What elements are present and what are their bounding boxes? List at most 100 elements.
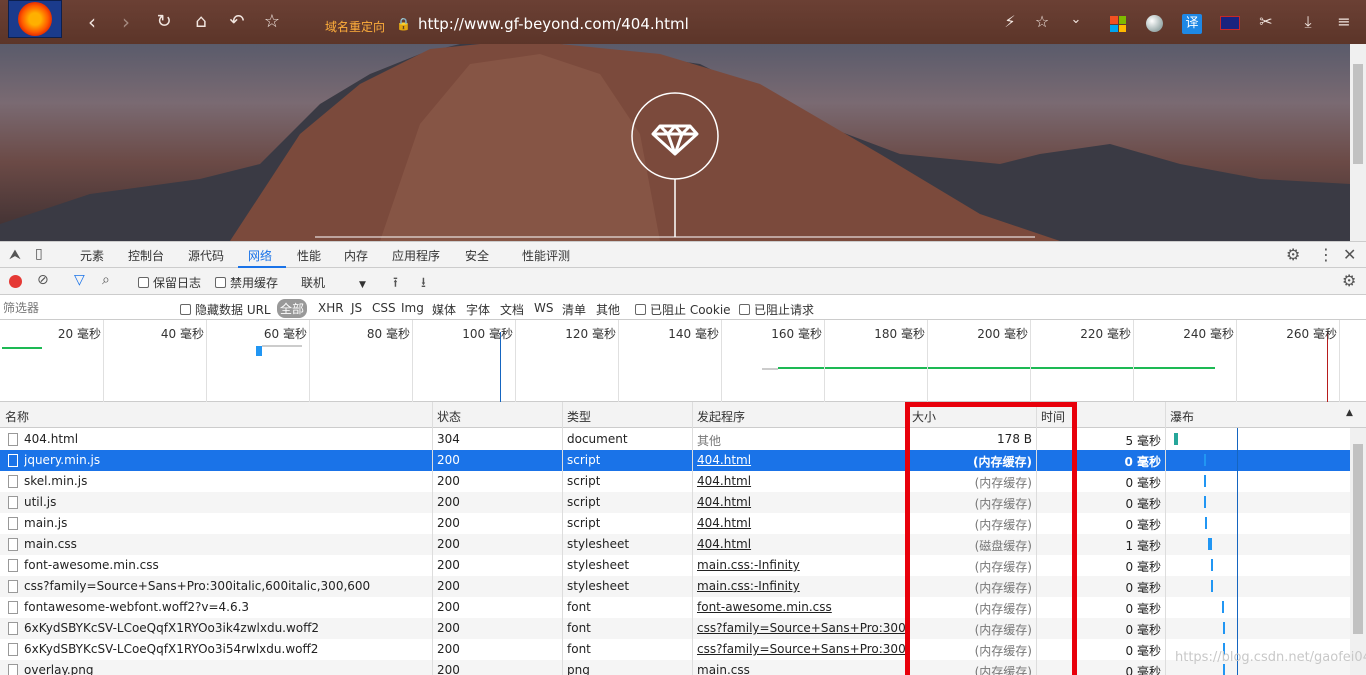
- tab-audits[interactable]: 性能评测: [522, 247, 570, 264]
- request-initiator[interactable]: font-awesome.min.css: [697, 600, 905, 614]
- table-row[interactable]: 6xKydSBYKcSV-LCoeQqfX1RYOo3ik4zwlxdu.wof…: [0, 618, 1350, 639]
- site-info-icon[interactable]: 🔒: [396, 17, 411, 31]
- chevron-down-icon[interactable]: ⌄: [1066, 12, 1086, 27]
- close-icon[interactable]: ✕: [1343, 245, 1356, 264]
- column-size-header[interactable]: 大小: [912, 408, 936, 425]
- globe-icon[interactable]: [1146, 15, 1163, 32]
- table-row[interactable]: util.js 200 script 404.html (内存缓存) 0 毫秒: [0, 492, 1350, 513]
- favorite-star-icon[interactable]: ☆: [1032, 12, 1052, 31]
- app-grid-icon[interactable]: [1110, 16, 1126, 32]
- device-toggle-icon[interactable]: ▯: [35, 246, 43, 262]
- blocked-requests-checkbox[interactable]: 已阻止请求: [739, 301, 814, 318]
- sort-ascending-icon[interactable]: ▲: [1346, 408, 1353, 418]
- preserve-log-checkbox[interactable]: 保留日志: [138, 274, 201, 291]
- request-initiator[interactable]: main.css: [697, 663, 905, 675]
- column-waterfall-header[interactable]: 瀑布: [1170, 408, 1194, 425]
- column-initiator-header[interactable]: 发起程序: [697, 408, 745, 425]
- request-initiator[interactable]: 404.html: [697, 474, 905, 488]
- type-filter-manifest[interactable]: 清单: [562, 301, 586, 318]
- blocked-cookies-checkbox[interactable]: 已阻止 Cookie: [635, 301, 731, 318]
- column-name-header[interactable]: 名称: [5, 408, 29, 425]
- request-initiator[interactable]: main.css:-Infinity: [697, 579, 905, 593]
- table-row[interactable]: 404.html 304 document 其他 178 B 5 毫秒: [0, 429, 1350, 450]
- timeline-bar: [262, 345, 302, 347]
- request-initiator[interactable]: 404.html: [697, 537, 905, 551]
- record-icon[interactable]: [9, 275, 22, 288]
- undo-icon[interactable]: ↶: [226, 12, 248, 32]
- page-scrollbar[interactable]: [1350, 44, 1366, 241]
- flag-icon[interactable]: [1220, 16, 1240, 30]
- tab-network[interactable]: 网络: [248, 247, 272, 264]
- forward-icon[interactable]: ›: [115, 12, 137, 32]
- search-icon[interactable]: ⌕: [102, 272, 110, 288]
- filter-input[interactable]: [3, 298, 167, 317]
- translate-button[interactable]: 译: [1182, 14, 1202, 34]
- tab-memory[interactable]: 内存: [344, 247, 368, 264]
- network-settings-icon[interactable]: ⚙: [1342, 271, 1356, 290]
- request-initiator[interactable]: css?family=Source+Sans+Pro:300itali...: [697, 642, 905, 656]
- table-row[interactable]: 6xKydSBYKcSV-LCoeQqfX1RYOo3i54rwlxdu.wof…: [0, 639, 1350, 660]
- address-bar[interactable]: http://www.gf-beyond.com/404.html: [418, 15, 689, 33]
- download-icon[interactable]: ⤓: [1298, 12, 1318, 32]
- inspect-icon[interactable]: ⮝: [9, 247, 21, 263]
- table-scrollbar[interactable]: [1350, 428, 1366, 675]
- request-time: 0 毫秒: [1125, 581, 1161, 595]
- settings-gear-icon[interactable]: ⚙: [1286, 245, 1300, 264]
- hide-data-url-checkbox[interactable]: 隐藏数据 URL: [180, 301, 271, 318]
- import-har-icon[interactable]: ⭱: [393, 272, 398, 296]
- column-time-header[interactable]: 时间: [1041, 408, 1065, 425]
- table-row[interactable]: main.css 200 stylesheet 404.html (磁盘缓存) 1 毫秒: [0, 534, 1350, 555]
- tab-application[interactable]: 应用程序: [392, 247, 440, 264]
- tab-performance[interactable]: 性能: [297, 247, 321, 264]
- type-filter-ws[interactable]: WS: [534, 301, 553, 315]
- reload-icon[interactable]: ↻: [153, 12, 175, 32]
- type-filter-css[interactable]: CSS: [372, 301, 396, 315]
- column-status-header[interactable]: 状态: [437, 408, 461, 425]
- type-filter-media[interactable]: 媒体: [432, 301, 456, 318]
- home-icon[interactable]: ⌂: [190, 12, 212, 32]
- table-row[interactable]: css?family=Source+Sans+Pro:300italic,600…: [0, 576, 1350, 597]
- type-filter-doc[interactable]: 文档: [500, 301, 524, 318]
- lightning-icon[interactable]: ⚡: [1000, 12, 1020, 31]
- scissors-icon[interactable]: ✂: [1256, 12, 1276, 31]
- request-initiator[interactable]: 404.html: [697, 516, 905, 530]
- tab-sources[interactable]: 源代码: [188, 247, 224, 264]
- timeline-tick-label: 140 毫秒: [668, 327, 719, 341]
- timeline-bar: [762, 368, 778, 370]
- timeline-overview[interactable]: 20 毫秒 40 毫秒 60 毫秒 80 毫秒 100 毫秒 120 毫秒 140 毫秒 16…: [0, 320, 1366, 402]
- type-filter-font[interactable]: 字体: [466, 301, 490, 318]
- type-filter-xhr[interactable]: XHR: [318, 301, 344, 315]
- export-har-icon[interactable]: ⭳: [421, 272, 426, 296]
- column-type-header[interactable]: 类型: [567, 408, 591, 425]
- table-row[interactable]: skel.min.js 200 script 404.html (内存缓存) 0 毫秒: [0, 471, 1350, 492]
- throttle-select[interactable]: 联机 ▼: [301, 274, 366, 291]
- more-vertical-icon[interactable]: ⋮: [1318, 245, 1334, 264]
- clear-icon[interactable]: ⊘: [37, 272, 49, 288]
- type-filter-other[interactable]: 其他: [596, 301, 620, 318]
- back-icon[interactable]: ‹: [81, 12, 103, 32]
- disable-cache-checkbox[interactable]: 禁用缓存: [215, 274, 278, 291]
- filter-icon[interactable]: ▽: [74, 272, 85, 288]
- request-size: (内存缓存): [974, 476, 1032, 490]
- tab-console[interactable]: 控制台: [128, 247, 164, 264]
- request-initiator[interactable]: 404.html: [697, 495, 905, 509]
- request-type: script: [567, 516, 601, 530]
- table-row[interactable]: fontawesome-webfont.woff2?v=4.6.3 200 font…: [0, 597, 1350, 618]
- table-row[interactable]: jquery.min.js 200 script 404.html (内存缓存) 0 毫秒: [0, 450, 1350, 471]
- type-filter-img[interactable]: Img: [401, 301, 424, 315]
- redirect-label[interactable]: 域名重定向: [325, 18, 385, 35]
- request-initiator[interactable]: css?family=Source+Sans+Pro:300itali...: [697, 621, 905, 635]
- timeline-gridline: [927, 320, 928, 402]
- tab-elements[interactable]: 元素: [80, 247, 104, 264]
- tab-security[interactable]: 安全: [465, 247, 489, 264]
- table-row[interactable]: font-awesome.min.css 200 stylesheet main.cs…: [0, 555, 1350, 576]
- type-filter-js[interactable]: JS: [351, 301, 362, 315]
- request-size: 178 B: [997, 432, 1032, 446]
- menu-icon[interactable]: ≡: [1334, 12, 1354, 31]
- table-row[interactable]: overlay.png 200 png main.css (内存缓存) 0 毫秒: [0, 660, 1350, 675]
- request-initiator[interactable]: main.css:-Infinity: [697, 558, 905, 572]
- table-row[interactable]: main.js 200 script 404.html (内存缓存) 0 毫秒: [0, 513, 1350, 534]
- request-initiator[interactable]: 404.html: [697, 453, 905, 467]
- bookmark-star-icon[interactable]: ☆: [261, 12, 283, 32]
- type-filter-all[interactable]: 全部: [277, 299, 308, 318]
